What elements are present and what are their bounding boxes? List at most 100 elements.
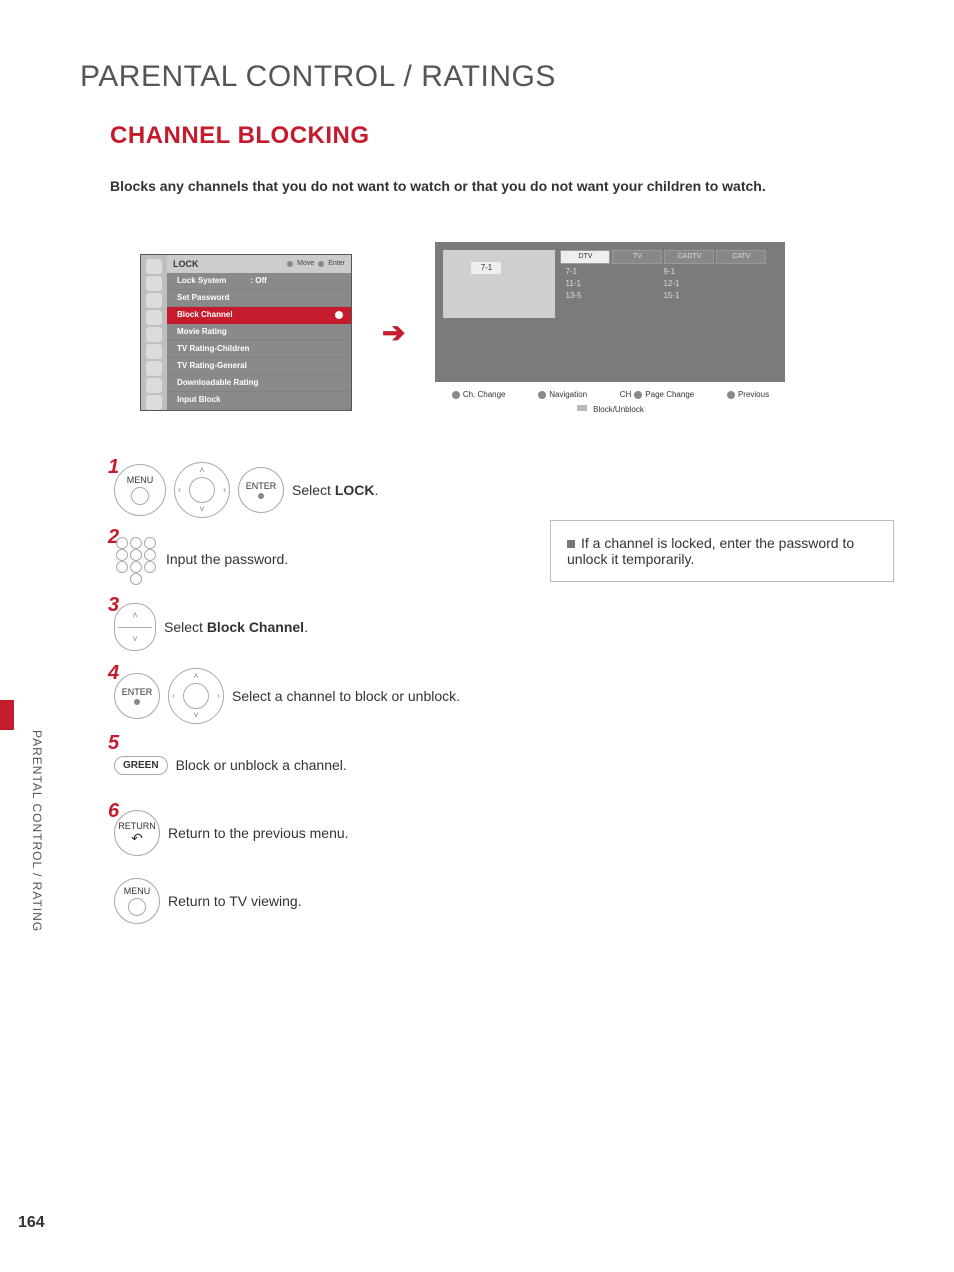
step-7-text: Return to TV viewing. <box>168 893 302 909</box>
note-box: If a channel is locked, enter the passwo… <box>550 520 894 582</box>
step-4-text: Select a channel to block or unblock. <box>232 688 460 704</box>
channel-list-col1: 7-1 11-1 13-5 <box>565 266 581 302</box>
page-title: PARENTAL CONTROL / RATINGS <box>80 60 894 94</box>
tab-dtv[interactable]: DTV <box>560 250 610 264</box>
step-number: 1 <box>108 456 119 479</box>
side-section-label: PARENTAL CONTROL / RATING <box>30 730 44 932</box>
tab-catv[interactable]: CATV <box>716 250 766 264</box>
navigation-icon <box>538 391 546 399</box>
step-3: 3 ˄ ˅ Select Block Channel. <box>114 600 894 654</box>
channel-entry[interactable]: 12-1 <box>663 278 679 290</box>
tab-tv[interactable]: TV <box>612 250 662 264</box>
lock-icon <box>146 259 162 274</box>
section-title: CHANNEL BLOCKING <box>110 122 894 150</box>
menu-button[interactable]: MENU <box>114 464 166 516</box>
enter-dot-icon <box>258 493 264 499</box>
osd-item-block-channel[interactable]: Block Channel <box>167 307 351 324</box>
step-5: 5 GREEN Block or unblock a channel. <box>114 738 894 792</box>
step-6-text: Return to the previous menu. <box>168 825 349 841</box>
menu-button-inner-icon <box>131 487 149 505</box>
bullet-square-icon <box>567 540 575 548</box>
chevron-down-icon: ˅ <box>199 505 204 514</box>
up-down-button[interactable]: ˄ ˅ <box>114 603 156 651</box>
picture-icon <box>146 276 162 291</box>
block-icon <box>577 405 587 411</box>
chevron-up-icon: ˄ <box>199 466 204 475</box>
audio-icon <box>146 293 162 308</box>
enter-dot-icon <box>134 699 140 705</box>
osd-item-movie-rating[interactable]: Movie Rating <box>167 324 351 341</box>
chevron-right-icon: › <box>223 486 226 495</box>
nav-ring-button[interactable]: ˄ ˅ ‹ › <box>174 462 230 518</box>
chevron-left-icon: ‹ <box>178 486 181 495</box>
osd-row: LOCK Move Enter Lock System : Off Set Pa… <box>140 242 894 422</box>
channel-list-col2: 9-1 12-1 15-1 <box>663 266 679 302</box>
legend-navigation: Navigation <box>549 390 587 399</box>
step-2-text: Input the password. <box>166 551 288 567</box>
nav-ring-button[interactable]: ˄ ˅ ‹ › <box>168 668 224 724</box>
return-arrow-icon: ↶ <box>131 831 143 845</box>
osd-sidebar-icons <box>141 255 167 410</box>
osd-lock-menu: LOCK Move Enter Lock System : Off Set Pa… <box>140 254 352 411</box>
arrow-right-icon: ➔ <box>382 316 405 349</box>
chevron-right-icon: › <box>217 692 220 701</box>
osd-hint-enter: Enter <box>328 260 345 267</box>
legend-block: Block/Unblock <box>593 405 644 414</box>
osd-lock-title: LOCK <box>173 259 199 269</box>
osd-channel-legend: Ch. Change Navigation CHPage Change Prev… <box>435 390 785 399</box>
tab-cadtv[interactable]: CADTV <box>664 250 714 264</box>
chevron-up-icon: ˄ <box>132 610 137 620</box>
channel-entry[interactable]: 13-5 <box>565 290 581 302</box>
channel-entry[interactable]: 9-1 <box>663 266 679 278</box>
chevron-down-icon: ˅ <box>132 634 137 644</box>
legend-ch-change: Ch. Change <box>463 390 506 399</box>
osd-item-input-block[interactable]: Input Block <box>167 392 351 409</box>
channel-preview-image: 7-1 <box>443 250 555 318</box>
step-3-text: Select Block Channel. <box>164 619 308 635</box>
step-number: 4 <box>108 662 119 685</box>
option-icon <box>146 344 162 359</box>
previous-icon <box>727 391 735 399</box>
chevron-down-icon: ˅ <box>193 711 198 720</box>
return-button[interactable]: RETURN ↶ <box>114 810 160 856</box>
green-button[interactable]: GREEN <box>114 756 168 775</box>
chevron-left-icon: ‹ <box>172 692 175 701</box>
channel-entry[interactable]: 7-1 <box>565 266 581 278</box>
move-icon <box>287 261 293 267</box>
selected-dot-icon <box>335 311 343 319</box>
step-number: 6 <box>108 800 119 823</box>
osd-item-set-password[interactable]: Set Password <box>167 290 351 307</box>
step-7: MENU Return to TV viewing. <box>114 874 894 928</box>
enter-button[interactable]: ENTER <box>114 673 160 719</box>
legend-page-change-prefix: CH <box>620 390 632 399</box>
channel-preview-number: 7-1 <box>471 262 501 274</box>
step-6: 6 RETURN ↶ Return to the previous menu. <box>114 806 894 860</box>
osd-item-tv-children[interactable]: TV Rating-Children <box>167 341 351 358</box>
note-text: If a channel is locked, enter the passwo… <box>567 535 854 567</box>
page-number: 164 <box>18 1214 45 1232</box>
osd-channel-list: 7-1 DTV TV CADTV CATV 7-1 11-1 13-5 9-1 … <box>435 242 785 422</box>
channel-entry[interactable]: 15-1 <box>663 290 679 302</box>
osd-item-lock-system[interactable]: Lock System : Off <box>167 273 351 290</box>
step-5-text: Block or unblock a channel. <box>176 757 347 773</box>
legend-previous: Previous <box>738 390 769 399</box>
osd-item-tv-general[interactable]: TV Rating-General <box>167 358 351 375</box>
channel-entry[interactable]: 11-1 <box>565 278 581 290</box>
lock2-icon <box>146 361 162 376</box>
menu-button-inner-icon <box>128 898 146 916</box>
enter-button[interactable]: ENTER <box>238 467 284 513</box>
step-number: 5 <box>108 732 119 755</box>
gear-icon <box>146 310 162 325</box>
side-accent-bar <box>0 700 14 730</box>
clock-icon <box>146 327 162 342</box>
menu-button[interactable]: MENU <box>114 878 160 924</box>
step-1: 1 MENU ˄ ˅ ‹ › ENTER Select LOCK. <box>114 462 894 518</box>
input-icon <box>146 378 162 393</box>
usb-icon <box>146 395 162 410</box>
number-keypad-icon[interactable] <box>114 537 158 581</box>
page-change-icon <box>634 391 642 399</box>
osd-lock-header: LOCK Move Enter <box>167 255 351 273</box>
step-4: 4 ENTER ˄ ˅ ‹ › Select a channel to bloc… <box>114 668 894 724</box>
osd-channel-legend2: Block/Unblock <box>435 405 785 414</box>
osd-item-downloadable[interactable]: Downloadable Rating <box>167 375 351 392</box>
